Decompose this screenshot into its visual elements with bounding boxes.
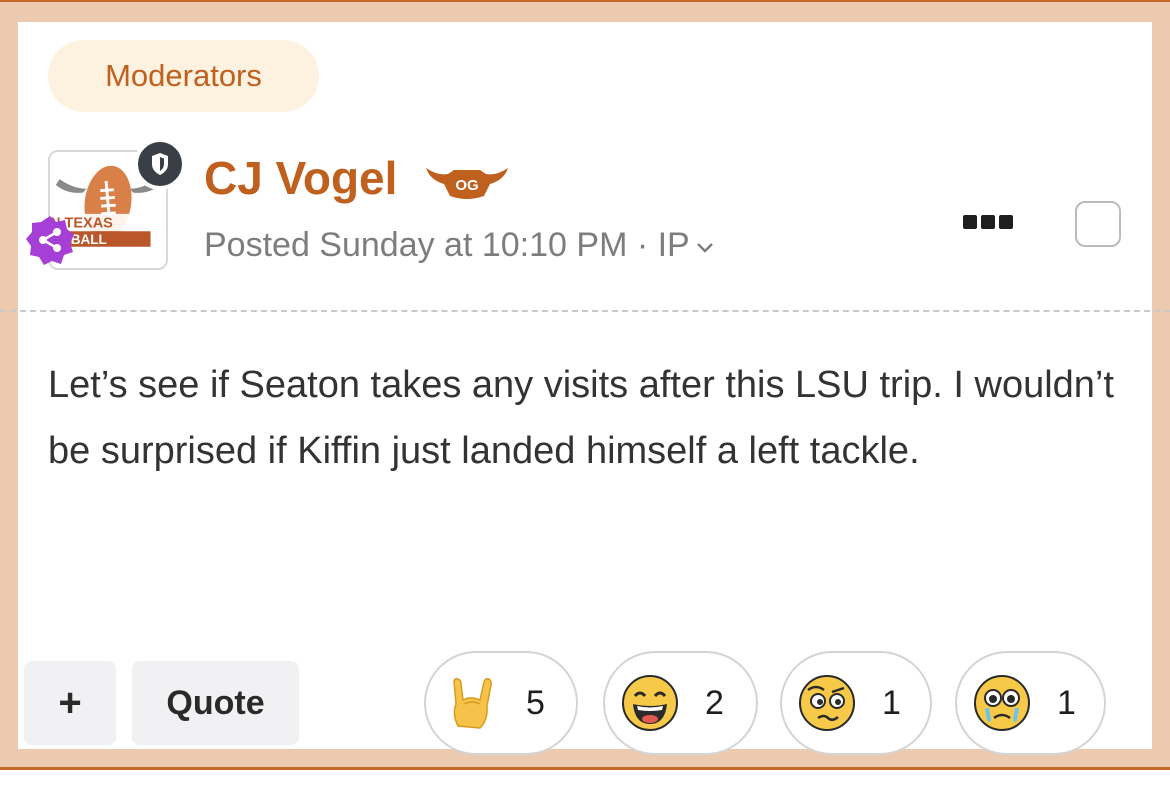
post-card: Moderators N TEXAS OTBALL CJ Vogel OG Po… [0,22,1170,755]
post-body: Let’s see if Seaton takes any visits aft… [48,364,1114,472]
horns-hand-emoji [442,674,500,732]
more-options-icon[interactable] [956,202,1020,242]
og-badge-text: OG [455,177,478,194]
reaction-cry[interactable]: 1 [955,651,1106,755]
reaction-horns[interactable]: 5 [424,651,578,755]
chevron-down-icon[interactable] [694,236,716,258]
reaction-count: 5 [526,683,545,722]
header-divider [0,310,1170,312]
shield-icon [134,138,186,190]
select-post-checkbox[interactable] [1075,201,1121,247]
crying-face-emoji [973,674,1031,732]
reaction-count: 2 [705,683,724,722]
post-timestamp: Posted Sunday at 10:10 PM · IP [204,226,690,264]
add-reaction-button[interactable]: + [24,661,116,745]
share-network-icon [24,214,76,266]
author-name[interactable]: CJ Vogel [204,150,397,206]
confused-face-emoji [798,674,856,732]
reaction-laugh[interactable]: 2 [603,651,758,755]
group-badge[interactable]: Moderators [48,40,319,112]
og-longhorn-badge: OG [424,162,510,202]
post-frame: Moderators N TEXAS OTBALL CJ Vogel OG Po… [0,0,1170,770]
laughing-face-emoji [621,674,679,732]
reaction-count: 1 [882,683,901,722]
post-meta[interactable]: Posted Sunday at 10:10 PM · IP [204,224,716,266]
quote-button[interactable]: Quote [132,661,299,745]
reaction-confused[interactable]: 1 [780,651,932,755]
reaction-count: 1 [1057,683,1076,722]
